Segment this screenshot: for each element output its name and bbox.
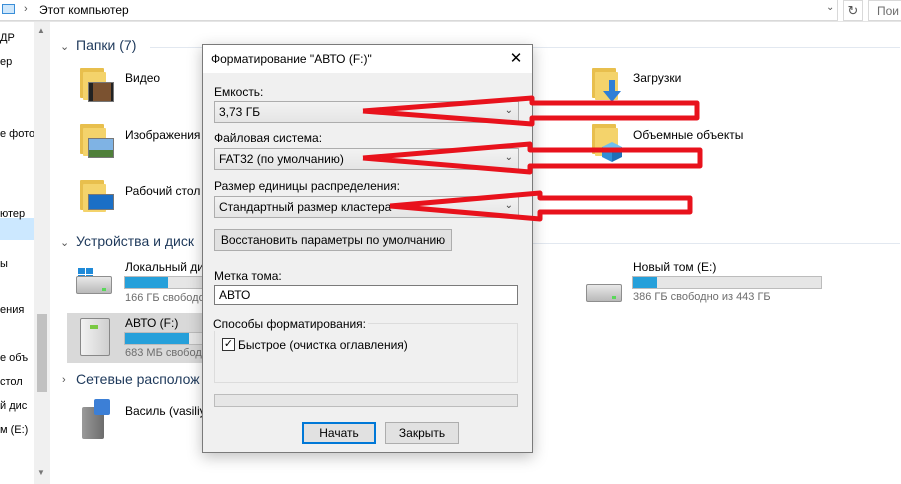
filesystem-value: FAT32 (по умолчанию)	[219, 152, 344, 166]
checkmark-icon: ✓	[223, 338, 234, 350]
chevron-down-icon: ⌄	[504, 152, 513, 163]
network-location-label[interactable]: Василь (vasiliy	[125, 404, 206, 418]
start-button[interactable]: Начать	[302, 422, 376, 444]
network-badge-icon	[94, 399, 110, 415]
restore-defaults-button[interactable]: Восстановить параметры по умолчанию	[214, 229, 452, 251]
nav-item[interactable]: ДР	[0, 32, 15, 44]
dialog-title: Форматирование "АВТО (F:)"	[211, 52, 372, 66]
hard-drive-icon[interactable]	[584, 276, 624, 304]
usb-drive-icon[interactable]	[80, 318, 110, 356]
search-input[interactable]: Пои	[868, 0, 901, 21]
chevron-down-icon[interactable]: ⌄	[60, 236, 69, 249]
refresh-icon: ↻	[847, 3, 859, 18]
nav-item[interactable]: ер	[0, 56, 12, 68]
nav-item[interactable]: е фото	[0, 128, 35, 140]
drive-label-local[interactable]: Локальный ди	[125, 260, 204, 274]
folder-label-3d-objects[interactable]: Объемные объекты	[633, 128, 743, 142]
drive-free-space: 683 МБ свободо	[125, 347, 208, 359]
scroll-down-icon[interactable]: ▼	[37, 468, 45, 477]
format-progress-bar	[214, 394, 518, 407]
group-header-folders[interactable]: Папки (7)	[76, 37, 136, 53]
hard-drive-icon[interactable]	[74, 268, 114, 296]
capacity-label: Емкость:	[214, 85, 264, 99]
drive-free-space: 166 ГБ свободо	[125, 292, 205, 304]
drive-label-new-volume[interactable]: Новый том (E:)	[633, 260, 716, 274]
drive-led	[612, 296, 616, 299]
explorer-window: › Этот компьютер ⌄ ↻ Пои ДР ер е фото ют…	[0, 0, 901, 484]
refresh-button[interactable]: ↻	[843, 0, 863, 21]
group-header-devices[interactable]: Устройства и диск	[76, 233, 194, 249]
capacity-bar	[124, 276, 204, 289]
address-bar: › Этот компьютер ⌄ ↻ Пои	[0, 0, 901, 22]
video-folder-icon[interactable]	[76, 68, 114, 102]
cluster-size-select[interactable]: Стандартный размер кластера ⌄	[214, 196, 519, 218]
nav-item[interactable]: м (E:)	[0, 424, 28, 436]
cluster-size-value: Стандартный размер кластера	[219, 200, 392, 214]
quick-format-label[interactable]: Быстрое (очистка оглавления)	[238, 338, 408, 352]
capacity-select[interactable]: 3,73 ГБ ⌄	[214, 101, 519, 123]
filesystem-select[interactable]: FAT32 (по умолчанию) ⌄	[214, 148, 519, 170]
landscape-photo-icon	[88, 138, 114, 158]
folder-label-video[interactable]: Видео	[125, 71, 160, 85]
folder-label-desktop[interactable]: Рабочий стол	[125, 184, 200, 198]
cluster-size-label: Размер единицы распределения:	[214, 179, 400, 193]
format-dialog: Форматирование "АВТО (F:)" ✕ Емкость: 3,…	[202, 44, 533, 453]
capacity-bar-fill	[125, 277, 168, 288]
scroll-up-icon[interactable]: ▲	[37, 26, 45, 35]
quick-format-checkbox[interactable]: ✓	[222, 338, 235, 351]
address-field[interactable]: › Этот компьютер ⌄	[0, 0, 838, 21]
drive-led	[102, 288, 106, 291]
monitor-icon	[88, 194, 114, 210]
format-options-group	[214, 323, 518, 383]
address-history-dropdown-icon[interactable]: ⌄	[826, 2, 834, 13]
capacity-bar-fill	[633, 277, 658, 288]
nav-item[interactable]: е объ	[0, 352, 28, 364]
nav-selection-highlight	[0, 218, 34, 240]
filesystem-label: Файловая система:	[214, 131, 323, 145]
chevron-down-icon: ⌄	[504, 200, 513, 211]
group-divider	[533, 243, 900, 244]
dialog-titlebar[interactable]: Форматирование "АВТО (F:)" ✕	[203, 45, 532, 73]
drive-body	[76, 276, 112, 294]
scrollbar-thumb[interactable]	[37, 314, 47, 392]
volume-label-input[interactable]: АВТО	[214, 285, 518, 305]
close-button[interactable]: Закрыть	[385, 422, 459, 444]
drive-body	[586, 284, 622, 302]
volume-label-value: АВТО	[219, 288, 251, 302]
group-header-network[interactable]: Сетевые располож	[76, 371, 200, 387]
drive-label-usb[interactable]: АВТО (F:)	[125, 316, 178, 330]
drive-led	[90, 325, 98, 329]
close-icon[interactable]: ✕	[503, 48, 529, 70]
breadcrumb-this-pc[interactable]: Этот компьютер	[39, 3, 129, 17]
capacity-value: 3,73 ГБ	[219, 105, 261, 119]
nav-item-this-pc[interactable]: ютер	[0, 208, 25, 220]
cube-icon	[602, 142, 622, 162]
breadcrumb-separator-icon[interactable]: ›	[24, 3, 28, 15]
format-options-title: Способы форматирования:	[211, 317, 368, 331]
drive-free-space: 386 ГБ свободно из 443 ГБ	[633, 291, 771, 303]
nav-item[interactable]: й дис	[0, 400, 27, 412]
desktop-folder-icon[interactable]	[76, 180, 114, 214]
chevron-right-icon[interactable]: ›	[62, 374, 66, 386]
nav-item[interactable]: ы	[0, 258, 8, 270]
folder-label-pictures[interactable]: Изображения	[125, 128, 200, 142]
download-arrow-icon	[603, 80, 621, 102]
nav-item[interactable]: стол	[0, 376, 23, 388]
capacity-bar-fill	[125, 333, 189, 344]
nav-scrollbar[interactable]: ▲ ▼	[34, 22, 50, 484]
capacity-bar	[124, 332, 204, 345]
chevron-down-icon: ⌄	[504, 105, 513, 116]
navigation-pane: ДР ер е фото ютер ы ения е объ стол й ди…	[0, 22, 50, 484]
search-placeholder: Пои	[877, 4, 900, 18]
film-strip-icon	[88, 82, 114, 102]
network-drive-icon[interactable]	[78, 395, 114, 443]
chevron-down-icon[interactable]: ⌄	[60, 40, 69, 53]
capacity-bar	[632, 276, 822, 289]
volume-label-title: Метка тома:	[214, 269, 282, 283]
this-pc-icon	[2, 4, 15, 14]
nav-item[interactable]: ения	[0, 304, 24, 316]
pictures-folder-icon[interactable]	[76, 124, 114, 158]
folder-label-downloads[interactable]: Загрузки	[633, 71, 681, 85]
